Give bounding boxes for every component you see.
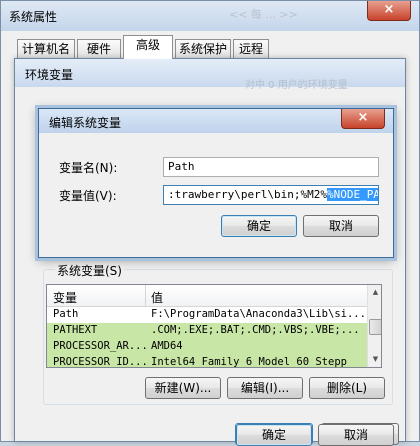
edit-cancel-button[interactable]: 取消 (303, 215, 379, 237)
system-variables-list[interactable]: 变量 值 Path F:\ProgramData\Anaconda3\Lib\s… (46, 284, 382, 368)
column-header-value[interactable]: 值 (151, 289, 163, 306)
variable-value: Intel64 Family 6 Model 60 Stepp (151, 356, 347, 368)
variable-value-text: :trawberry\perl\bin;%M2% (168, 188, 327, 201)
table-row[interactable]: PROCESSOR_AR... AMD64 (47, 339, 367, 355)
sysprops-cancel-button[interactable]: 取消 (318, 424, 394, 446)
table-row[interactable]: Path F:\ProgramData\Anaconda3\Lib\si... (47, 307, 367, 323)
edit-dialog-title: 编辑系统变量 (49, 116, 122, 130)
variable-value: F:\ProgramData\Anaconda3\Lib\si... (151, 308, 366, 320)
list-scrollbar[interactable]: ▲ ▼ (367, 285, 381, 367)
table-row[interactable]: PATHEXT .COM;.EXE;.BAT;.CMD;.VBS;.VBE;..… (47, 323, 367, 339)
system-variables-label: 系统变量(S) (55, 262, 124, 279)
variable-name: PROCESSOR_ID... (53, 356, 148, 368)
edit-ok-button[interactable]: 确定 (221, 215, 297, 237)
close-icon[interactable]: × (341, 109, 385, 129)
variable-name: Path (53, 308, 79, 320)
edit-variable-button[interactable]: 编辑(I)... (227, 377, 303, 399)
variable-value: AMD64 (151, 340, 183, 352)
variable-value-label: 变量值(V): (59, 189, 117, 203)
variable-name-input[interactable]: Path (163, 157, 379, 177)
list-header: 变量 值 (47, 285, 367, 307)
scroll-down-icon[interactable]: ▼ (369, 352, 381, 367)
tab-computer-name[interactable]: 计算机名 (17, 39, 75, 58)
tab-remote[interactable]: 远程 (233, 39, 269, 58)
edit-dialog-titlebar[interactable]: 编辑系统变量 × (39, 109, 393, 133)
table-row[interactable]: PROCESSOR_ID... Intel64 Family 6 Model 6… (47, 355, 367, 368)
column-divider[interactable] (145, 285, 146, 307)
column-header-variable[interactable]: 变量 (53, 289, 77, 306)
variable-name: PROCESSOR_AR... (53, 340, 148, 352)
delete-variable-button[interactable]: 删除(L) (309, 377, 385, 399)
close-icon[interactable]: × (367, 1, 411, 21)
system-properties-titlebar[interactable]: 系统属性 << 每 ... >> × (1, 1, 419, 31)
environment-variables-title: 环境变量 (25, 68, 74, 82)
variable-value-input[interactable]: :trawberry\perl\bin;%M2%%NODE_PATH% (163, 185, 379, 205)
tab-advanced[interactable]: 高级 (123, 35, 173, 59)
variable-name: PATHEXT (53, 324, 98, 336)
background-ghost-text: << 每 ... >> (229, 8, 298, 21)
edit-system-variable-dialog: 编辑系统变量 × 变量名(N): Path 变量值(V): :trawberry… (38, 108, 394, 258)
new-variable-button[interactable]: 新建(W)... (145, 377, 221, 399)
variable-value: .COM;.EXE;.BAT;.CMD;.VBS;.VBE;... (151, 324, 360, 336)
variable-name-label: 变量名(N): (59, 161, 118, 175)
tab-hardware[interactable]: 硬件 (77, 39, 121, 58)
variable-name-value: Path (168, 160, 195, 173)
sysprops-ok-button[interactable]: 确定 (236, 424, 312, 446)
environment-variables-titlebar[interactable]: 环境变量 对中 0 用户的环境变量 (15, 59, 405, 91)
tab-system-protection[interactable]: 系统保护 (175, 39, 231, 58)
background-ghost-text: 对中 0 用户的环境变量 (245, 80, 348, 91)
variable-value-selection: %NODE_PATH% (326, 188, 378, 201)
system-properties-title: 系统属性 (9, 10, 58, 24)
scrollbar-thumb[interactable] (369, 319, 381, 335)
scroll-up-icon[interactable]: ▲ (369, 285, 381, 300)
